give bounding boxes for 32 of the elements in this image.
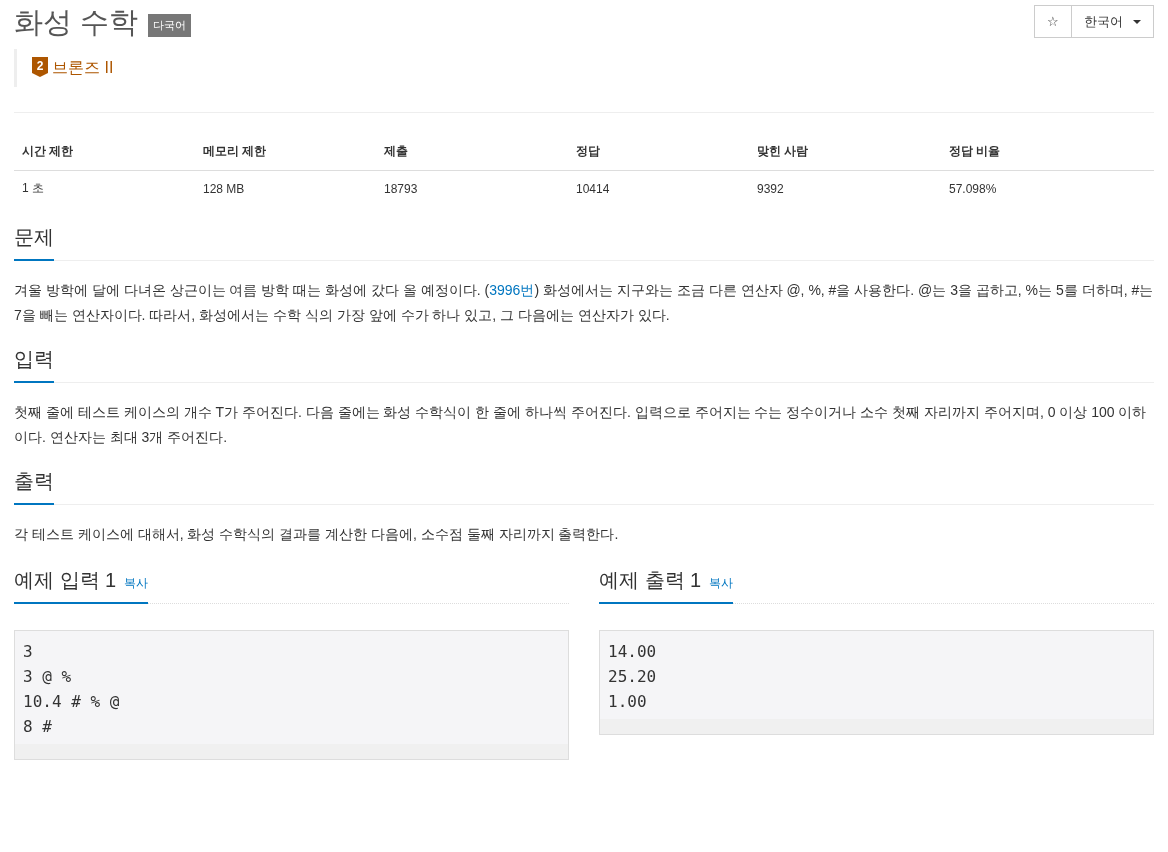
section-heading: 문제 xyxy=(14,224,54,261)
section-paragraph: 각 테스트 케이스에 대해서, 화성 수학식의 결과를 계산한 다음에, 소수점 둘째 자리까지 출력한다. xyxy=(14,525,620,544)
column-header: 정답 xyxy=(568,133,749,171)
problem-link[interactable]: 3996번 xyxy=(489,282,535,298)
tier-badge-icon: 2 xyxy=(32,57,48,79)
section-heading: 출력 xyxy=(14,468,54,505)
table-cell: 10414 xyxy=(568,170,749,206)
language-badge: 다국어 xyxy=(148,13,192,37)
table-cell: 128 MB xyxy=(195,170,376,206)
table-cell: 57.098% xyxy=(941,170,1154,206)
sample-heading: 예제 입력 1 xyxy=(14,568,117,593)
section-paragraph: 겨울 방학에 달에 다녀온 상근이는 여름 방학 때는 화성에 갔다 올 예정이다. (3996번) 화성에서는 지구와는 조금 다른 연산자 @, %, #을 사용한다. @는 3을 곱하고, %는 5를 더하며, #는 7을 빼는 연산자이다. 따라서, 화성에서는 수학 식의 가장 앞에 수가 하나 있고, 그 다음에는 연산자가 있다. xyxy=(14,281,1154,325)
caret-icon xyxy=(1133,19,1141,24)
section-paragraph: 첫째 줄에 테스트 케이스의 개수 T가 주어진다. 다음 줄에는 화성 수학식이 한 줄에 하나씩 주어진다. 입력으로 주어지는 수는 정수이거나 소수 첫째 자리까지 주어지며, 0 이상 100 이하이다. 연산자는 최대 3개 주어진다. xyxy=(14,403,1148,447)
copy-link[interactable]: 복사 xyxy=(124,575,149,592)
tier-link[interactable]: 브론즈 II xyxy=(52,57,114,79)
column-header: 정답 비율 xyxy=(941,133,1154,171)
column-header: 시간 제한 xyxy=(14,133,195,171)
table-cell: 1 초 xyxy=(14,170,195,206)
column-header: 메모리 제한 xyxy=(195,133,376,171)
sample-heading: 예제 출력 1 xyxy=(599,568,702,593)
table-cell: 9392 xyxy=(749,170,941,206)
copy-link[interactable]: 복사 xyxy=(709,575,734,592)
section-heading: 입력 xyxy=(14,346,54,383)
star-button[interactable]: ☆ xyxy=(1034,5,1072,38)
column-header: 제출 xyxy=(376,133,568,171)
table-cell: 18793 xyxy=(376,170,568,206)
column-header: 맞힌 사람 xyxy=(749,133,941,171)
sample-code-block: 14.00 25.20 1.00 xyxy=(599,630,1154,735)
sample-code-block: 3 3 @ % 10.4 # % @ 8 # xyxy=(14,630,569,760)
problem-title: 화성 수학 xyxy=(14,5,139,40)
language-dropdown[interactable]: 한국어 xyxy=(1072,5,1154,38)
